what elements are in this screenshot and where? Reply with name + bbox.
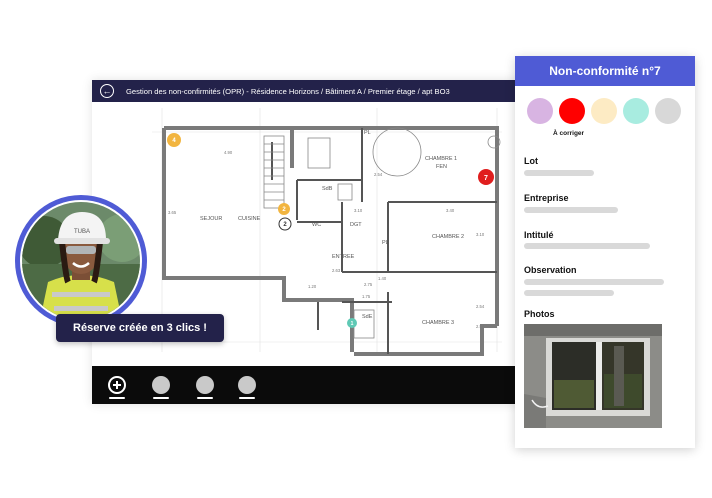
status-swatch-teal[interactable] bbox=[623, 98, 649, 124]
tool-underline bbox=[153, 397, 169, 399]
room-label-pl-2: PL bbox=[382, 240, 389, 246]
room-label-fen: FEN bbox=[436, 164, 447, 170]
circle-icon[interactable] bbox=[152, 376, 170, 394]
success-badge: Réserve créée en 3 clics ! bbox=[56, 314, 224, 342]
app-header: ← Gestion des non-confirmités (OPR) - Ré… bbox=[92, 80, 544, 102]
circle-icon[interactable] bbox=[196, 376, 214, 394]
room-label-sdb: SdB bbox=[322, 186, 333, 192]
marker-7[interactable]: 7 bbox=[478, 169, 494, 185]
field-value-observation-line2[interactable] bbox=[524, 290, 614, 296]
room-label-entree: ENTREE bbox=[332, 254, 355, 260]
selected-status-label: À corriger bbox=[553, 130, 585, 137]
field-value-entreprise[interactable] bbox=[524, 207, 618, 213]
photo-thumbnail[interactable] bbox=[524, 324, 662, 428]
avatar-frame: TUBA bbox=[20, 200, 142, 322]
app-window: ← Gestion des non-confirmités (OPR) - Ré… bbox=[92, 80, 544, 404]
field-value-observation-line1[interactable] bbox=[524, 279, 664, 285]
dimension-label: 3.65 bbox=[168, 210, 177, 215]
panel-title: Non-conformité n°7 bbox=[515, 56, 695, 86]
avatar: TUBA bbox=[15, 195, 147, 327]
field-label-intitule: Intitulé bbox=[524, 230, 554, 240]
svg-text:1: 1 bbox=[351, 321, 354, 327]
breadcrumb: Gestion des non-confirmités (OPR) - Rési… bbox=[126, 86, 450, 96]
dimension-label: 3.10 bbox=[476, 232, 485, 237]
field-label-observation: Observation bbox=[524, 265, 577, 275]
dimension-label: 3.10 bbox=[354, 208, 363, 213]
field-label-entreprise: Entreprise bbox=[524, 193, 569, 203]
field-label-lot: Lot bbox=[524, 156, 538, 166]
room-label-cuisine: CUISINE bbox=[238, 216, 261, 222]
room-label-dgt: DGT bbox=[350, 222, 362, 228]
helmet-label: TUBA bbox=[74, 229, 90, 235]
marker-4[interactable]: 4 bbox=[167, 133, 181, 147]
status-swatch-gray[interactable] bbox=[655, 98, 681, 124]
dimension-label: 2.75 bbox=[364, 282, 373, 287]
worker-photo: TUBA bbox=[22, 202, 140, 320]
marker-2-white[interactable]: 2 bbox=[278, 217, 292, 231]
room-label-chambre1: CHAMBRE 1 bbox=[425, 156, 457, 162]
status-swatch-beige[interactable] bbox=[591, 98, 617, 124]
room-label-wc: WC bbox=[312, 222, 321, 228]
nonconformity-panel: Non-conformité n°7 À corriger Lot Entrep… bbox=[515, 56, 695, 448]
dimension-label: 1.20 bbox=[308, 284, 317, 289]
status-swatch-red-selected[interactable] bbox=[559, 98, 585, 124]
dimension-label: 2.54 bbox=[374, 172, 383, 177]
dimension-label: 1.75 bbox=[362, 294, 371, 299]
dimension-label: 2.63 bbox=[332, 268, 341, 273]
field-value-intitule[interactable] bbox=[524, 243, 650, 249]
field-label-photos: Photos bbox=[524, 309, 555, 319]
active-tool-underline bbox=[109, 397, 125, 399]
svg-text:7: 7 bbox=[484, 175, 488, 182]
status-swatches bbox=[527, 98, 687, 126]
dimension-label: 3.40 bbox=[446, 208, 455, 213]
room-label-sejour: SEJOUR bbox=[200, 216, 222, 222]
circle-icon[interactable] bbox=[238, 376, 256, 394]
tool-underline bbox=[197, 397, 213, 399]
field-value-lot[interactable] bbox=[524, 170, 594, 176]
tool-underline bbox=[239, 397, 255, 399]
dimension-label: 4.90 bbox=[224, 150, 233, 155]
dimension-label: 1.40 bbox=[378, 276, 387, 281]
dimension-label: 2.54 bbox=[476, 304, 485, 309]
status-swatch-purple[interactable] bbox=[527, 98, 553, 124]
marker-2-orange[interactable]: 2 bbox=[278, 203, 290, 215]
room-label-chambre2: CHAMBRE 2 bbox=[432, 234, 464, 240]
arrow-left-icon: ← bbox=[102, 85, 112, 96]
room-label-pl: PL bbox=[364, 130, 371, 136]
bottom-toolbar bbox=[92, 366, 544, 404]
plus-circle-icon[interactable] bbox=[108, 376, 126, 394]
dimension-label: 2.54 bbox=[476, 324, 485, 329]
back-button[interactable]: ← bbox=[100, 84, 114, 98]
marker-teal[interactable]: 1 bbox=[347, 318, 357, 328]
room-label-chambre3: CHAMBRE 3 bbox=[422, 320, 454, 326]
room-label-sde: SdE bbox=[362, 314, 373, 320]
